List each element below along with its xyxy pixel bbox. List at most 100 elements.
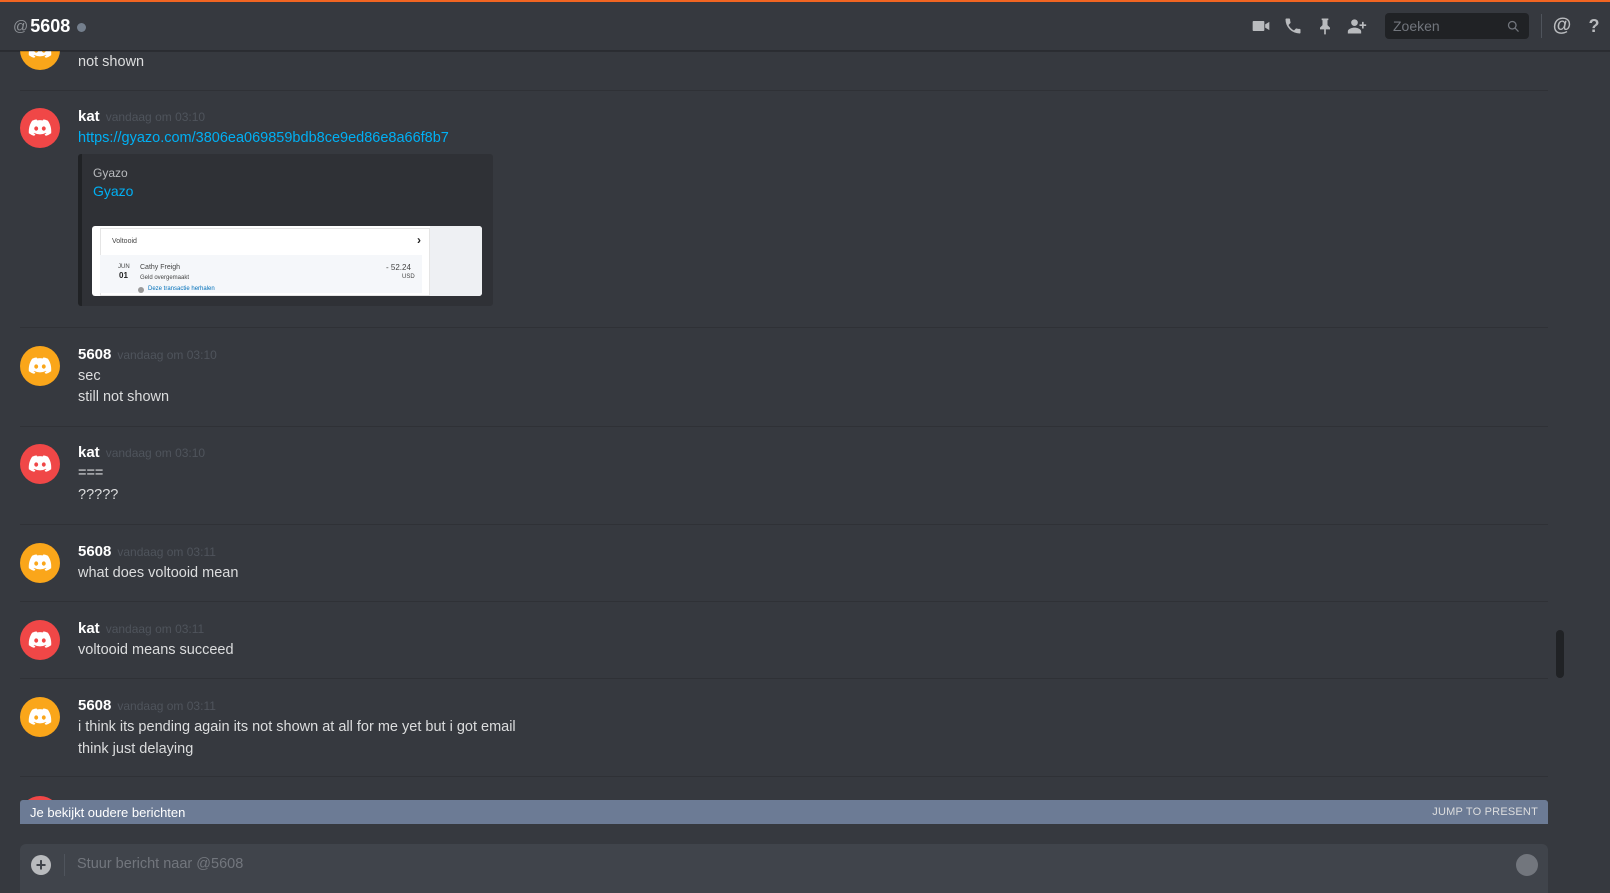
message-divider [20, 524, 1548, 525]
message-header: 5608 vandaag om 03:10 [78, 346, 217, 364]
channel-header: @ 5608 @ ? [0, 2, 1610, 51]
jump-to-present-button[interactable]: JUMP TO PRESENT [1432, 806, 1538, 818]
message-item: not shown [20, 50, 1568, 90]
timestamp: vandaag om 03:10 [105, 110, 206, 124]
discord-logo-icon [28, 631, 52, 648]
username[interactable]: kat [78, 620, 100, 637]
message-item: 5608 vandaag om 03:11 what does voltooid … [20, 543, 1568, 593]
link-embed: Gyazo Gyazo Voltooid › JUN 01 Cathy Frei… [78, 154, 493, 306]
search-icon [1507, 20, 1519, 32]
pinned-messages-button[interactable] [1314, 15, 1336, 37]
pin-icon [1320, 18, 1330, 35]
scrollbar-thumb[interactable] [1556, 630, 1564, 678]
message-divider [20, 90, 1548, 91]
timestamp: vandaag om 03:10 [117, 348, 217, 362]
message-text: ????? [78, 487, 119, 503]
help-button[interactable]: ? [1583, 15, 1605, 37]
message-composer: + [20, 844, 1548, 893]
message-text: think just delaying [78, 741, 194, 757]
discord-logo-icon [28, 708, 52, 725]
at-symbol: @ [13, 17, 29, 35]
thumbnail-side [430, 226, 482, 296]
upload-plus-icon[interactable]: + [31, 855, 51, 875]
timestamp: vandaag om 03:11 [105, 622, 205, 636]
search-box[interactable] [1385, 13, 1529, 39]
embed-provider[interactable]: Gyazo [93, 166, 128, 180]
discord-logo-icon [28, 50, 52, 58]
thumb-day: 01 [119, 271, 128, 280]
discord-logo-icon [28, 455, 52, 472]
avatar[interactable] [20, 697, 60, 737]
emoji-icon[interactable] [1516, 854, 1538, 876]
message-text: i think its pending again its not shown … [78, 719, 516, 735]
message-item: 5608 vandaag om 03:10 sec still not shown [20, 346, 1568, 416]
username[interactable]: 5608 [78, 346, 111, 363]
avatar[interactable] [20, 620, 60, 660]
thumb-payee: Cathy Freigh [140, 264, 181, 271]
thumb-amount: - 52.24 [386, 263, 411, 272]
message-text: voltooid means succeed [78, 642, 234, 658]
message-text: === [78, 465, 104, 481]
username[interactable]: kat [78, 108, 100, 125]
username[interactable]: 5608 [78, 543, 111, 560]
message-item: kat vandaag om 03:10 === ????? [20, 444, 1568, 514]
message-text: what does voltooid mean [78, 565, 239, 581]
video-call-button[interactable] [1250, 15, 1272, 37]
message-header: kat vandaag om 03:10 [78, 108, 205, 126]
timestamp: vandaag om 03:10 [105, 446, 206, 460]
repeat-icon [138, 287, 144, 293]
status-indicator [77, 23, 87, 32]
avatar[interactable] [20, 108, 60, 148]
thumb-heading: Voltooid [112, 238, 137, 245]
message-divider [20, 601, 1548, 602]
message-input[interactable] [77, 856, 1457, 872]
composer-divider [64, 854, 65, 876]
username[interactable]: kat [78, 444, 100, 461]
add-user-icon [1347, 19, 1367, 34]
help-icon: ? [1588, 15, 1600, 36]
message-header: 5608 vandaag om 03:11 [78, 543, 216, 561]
chevron-right-icon: › [417, 233, 421, 247]
message-text: not shown [78, 54, 145, 70]
thumb-repeat-link: Deze transactie herhalen [148, 286, 215, 292]
older-messages-label: Je bekijkt oudere berichten [30, 804, 186, 820]
username[interactable]: 5608 [78, 697, 111, 714]
message-item: kat vandaag om 03:11 voltooid means succe… [20, 620, 1568, 670]
timestamp: vandaag om 03:11 [117, 545, 216, 559]
older-messages-banner[interactable]: Je bekijkt oudere berichten JUMP TO PRES… [20, 800, 1548, 824]
voice-call-button[interactable] [1282, 15, 1304, 37]
message-link[interactable]: https://gyazo.com/3806ea069859bdb8ce9ed8… [78, 130, 449, 146]
message-divider [20, 678, 1548, 679]
message-divider [20, 776, 1548, 777]
mention-icon: @ [1552, 15, 1572, 36]
avatar[interactable] [20, 543, 60, 583]
message-divider [20, 327, 1548, 328]
message-header: kat vandaag om 03:11 [78, 620, 204, 638]
timestamp: vandaag om 03:11 [117, 699, 216, 713]
scrollbar-track[interactable] [1556, 54, 1564, 814]
discord-logo-icon [28, 119, 52, 136]
avatar[interactable] [20, 444, 60, 484]
add-friend-button[interactable] [1346, 15, 1368, 37]
discord-logo-icon [28, 357, 52, 374]
message-header: 5608 vandaag om 03:11 [78, 697, 216, 715]
message-header: kat vandaag om 03:10 [78, 444, 205, 462]
phone-icon [1285, 18, 1301, 34]
thumb-desc: Geld overgemaakt [140, 275, 190, 281]
message-list: not shown kat vandaag om 03:10 https://gy… [0, 50, 1590, 820]
embed-title[interactable]: Gyazo [93, 183, 133, 199]
thumb-month: JUN [118, 264, 130, 270]
message-divider [20, 426, 1548, 427]
thumb-currency: USD [402, 274, 415, 280]
dm-title[interactable]: 5608 [30, 16, 70, 37]
embed-thumbnail[interactable]: Voltooid › JUN 01 Cathy Freigh Geld over… [92, 226, 482, 296]
avatar[interactable] [20, 346, 60, 386]
avatar[interactable] [20, 50, 60, 70]
message-item: kat vandaag om 03:10 https://gyazo.com/38… [20, 108, 1568, 308]
mentions-button[interactable]: @ [1551, 15, 1573, 37]
video-icon [1252, 21, 1270, 31]
message-text: still not shown [78, 389, 170, 405]
message-item: 5608 vandaag om 03:11 i think its pending… [20, 697, 1568, 767]
search-input[interactable] [1393, 18, 1493, 34]
header-divider [1541, 14, 1542, 38]
